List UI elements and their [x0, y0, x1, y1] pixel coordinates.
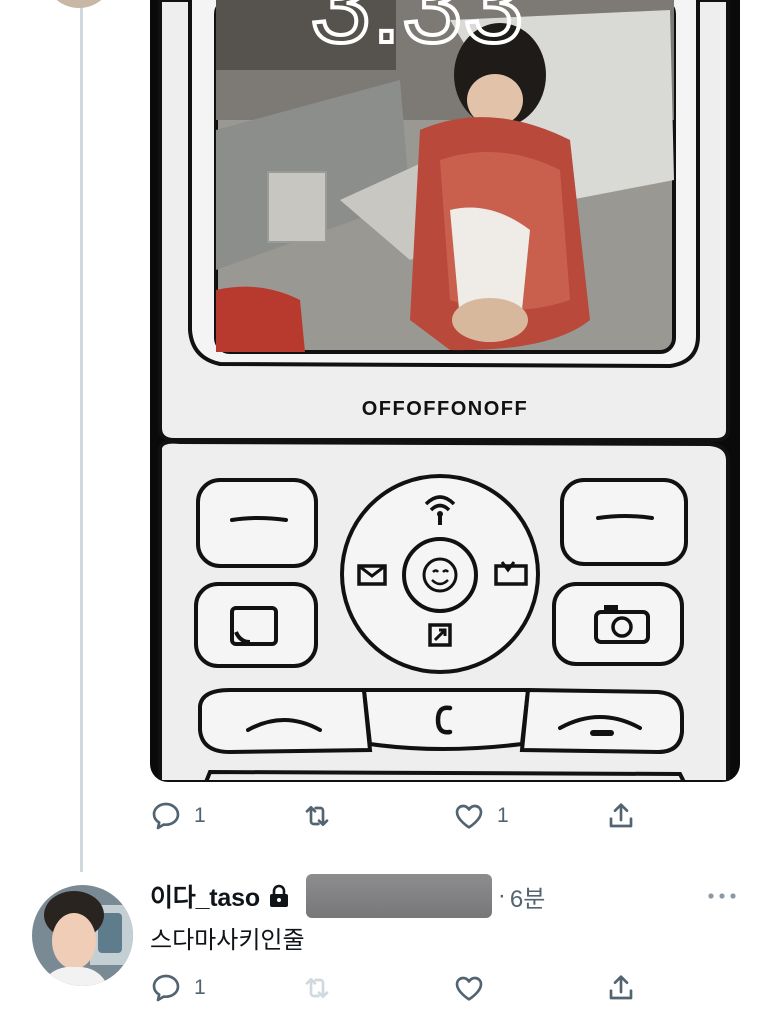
previous-avatar[interactable] [44, 0, 114, 8]
more-icon [708, 893, 736, 899]
retweet-icon [305, 806, 329, 826]
lockscreen-clock: 3:33 [310, 0, 524, 66]
share-icon [609, 803, 633, 828]
thread-line [80, 0, 83, 872]
reply-count: 1 [194, 976, 206, 999]
like-button[interactable]: 1 [453, 796, 509, 836]
retweet-button[interactable] [300, 796, 346, 836]
reply-action-bar: 1 [150, 968, 650, 1008]
separator-dot: · [497, 882, 506, 909]
like-count: 1 [497, 804, 509, 827]
share-button[interactable] [605, 796, 637, 836]
reply-button[interactable]: 1 [150, 796, 206, 836]
reply-text: 스다마사키인줄 [150, 927, 305, 954]
reply-button[interactable]: 1 [150, 968, 206, 1008]
timestamp[interactable]: 6분 [510, 879, 545, 914]
heart-icon [455, 804, 483, 829]
share-button[interactable] [605, 968, 637, 1008]
retweet-button[interactable] [300, 968, 346, 1008]
tweet-media-image[interactable]: 3:33 OFFOFFONOFF [150, 0, 740, 782]
more-options-button[interactable] [706, 880, 738, 912]
reply-header: 이다_taso · 6분 [150, 874, 750, 918]
avatar[interactable] [32, 885, 133, 986]
share-icon [609, 975, 633, 1000]
like-button[interactable] [453, 968, 497, 1008]
retweet-icon [305, 978, 329, 998]
tweet-action-bar: 1 1 [150, 796, 650, 836]
reply-count: 1 [194, 804, 206, 827]
reply-icon [152, 802, 180, 830]
username[interactable]: 이다_taso [150, 878, 260, 914]
redacted-handle [305, 874, 492, 918]
lock-icon [268, 884, 290, 908]
heart-icon [455, 976, 483, 1001]
phone-brand-label: OFFOFFONOFF [362, 398, 528, 420]
reply-icon [152, 974, 180, 1002]
